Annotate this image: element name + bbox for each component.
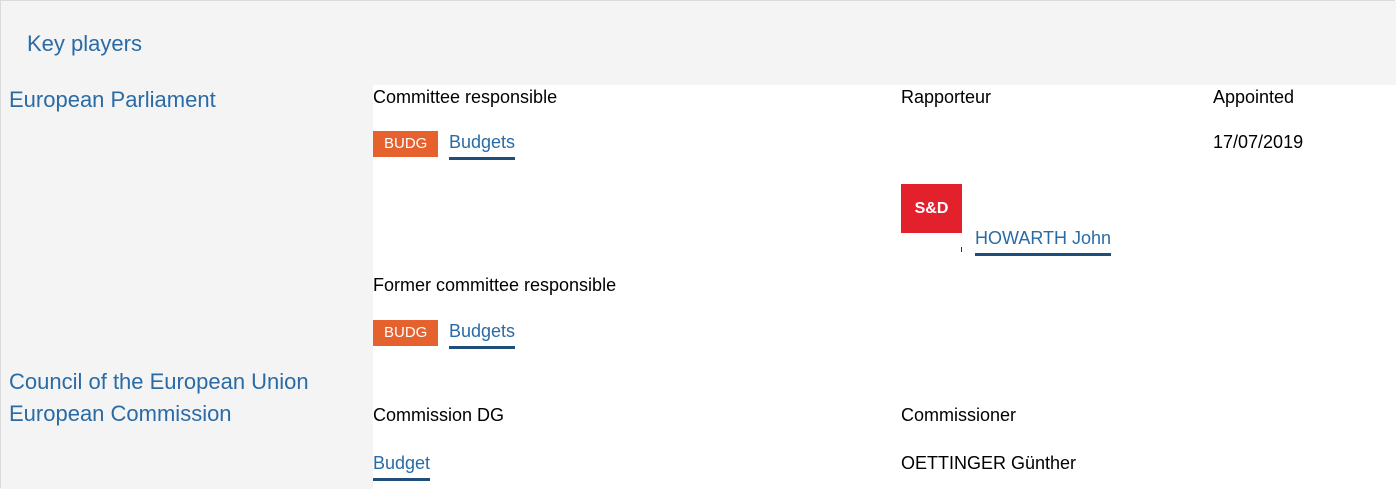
commissioner-label: Commissioner	[901, 405, 1017, 425]
key-players-panel: Key players European Parliament Council …	[0, 0, 1396, 489]
institution-council: Council of the European Union	[9, 369, 309, 394]
institution-european-parliament: European Parliament	[9, 87, 216, 112]
commissioner-name: OETTINGER Günther	[901, 453, 1077, 473]
institutions-column	[1, 85, 373, 489]
institution-european-commission: European Commission	[9, 401, 232, 426]
sd-group-logo: S&D	[901, 184, 962, 233]
logo-divider	[961, 247, 962, 252]
commission-dg-label: Commission DG	[373, 405, 505, 425]
appointed-label: Appointed	[1213, 87, 1295, 107]
rapporteur-label: Rapporteur	[901, 87, 992, 107]
section-header: Key players	[1, 1, 1396, 85]
commission-dg-link[interactable]: Budget	[373, 453, 431, 481]
committee-responsible-label: Committee responsible	[373, 87, 558, 107]
former-committee-badge: BUDG	[373, 320, 439, 346]
former-committee-label: Former committee responsible	[373, 275, 617, 295]
former-committee-link-budgets[interactable]: Budgets	[449, 321, 516, 349]
committee-link-budgets[interactable]: Budgets	[449, 132, 516, 160]
section-title: Key players	[27, 31, 142, 56]
appointed-date: 17/07/2019	[1213, 132, 1304, 152]
committee-badge: BUDG	[373, 131, 439, 157]
rapporteur-link[interactable]: HOWARTH John	[975, 228, 1112, 256]
